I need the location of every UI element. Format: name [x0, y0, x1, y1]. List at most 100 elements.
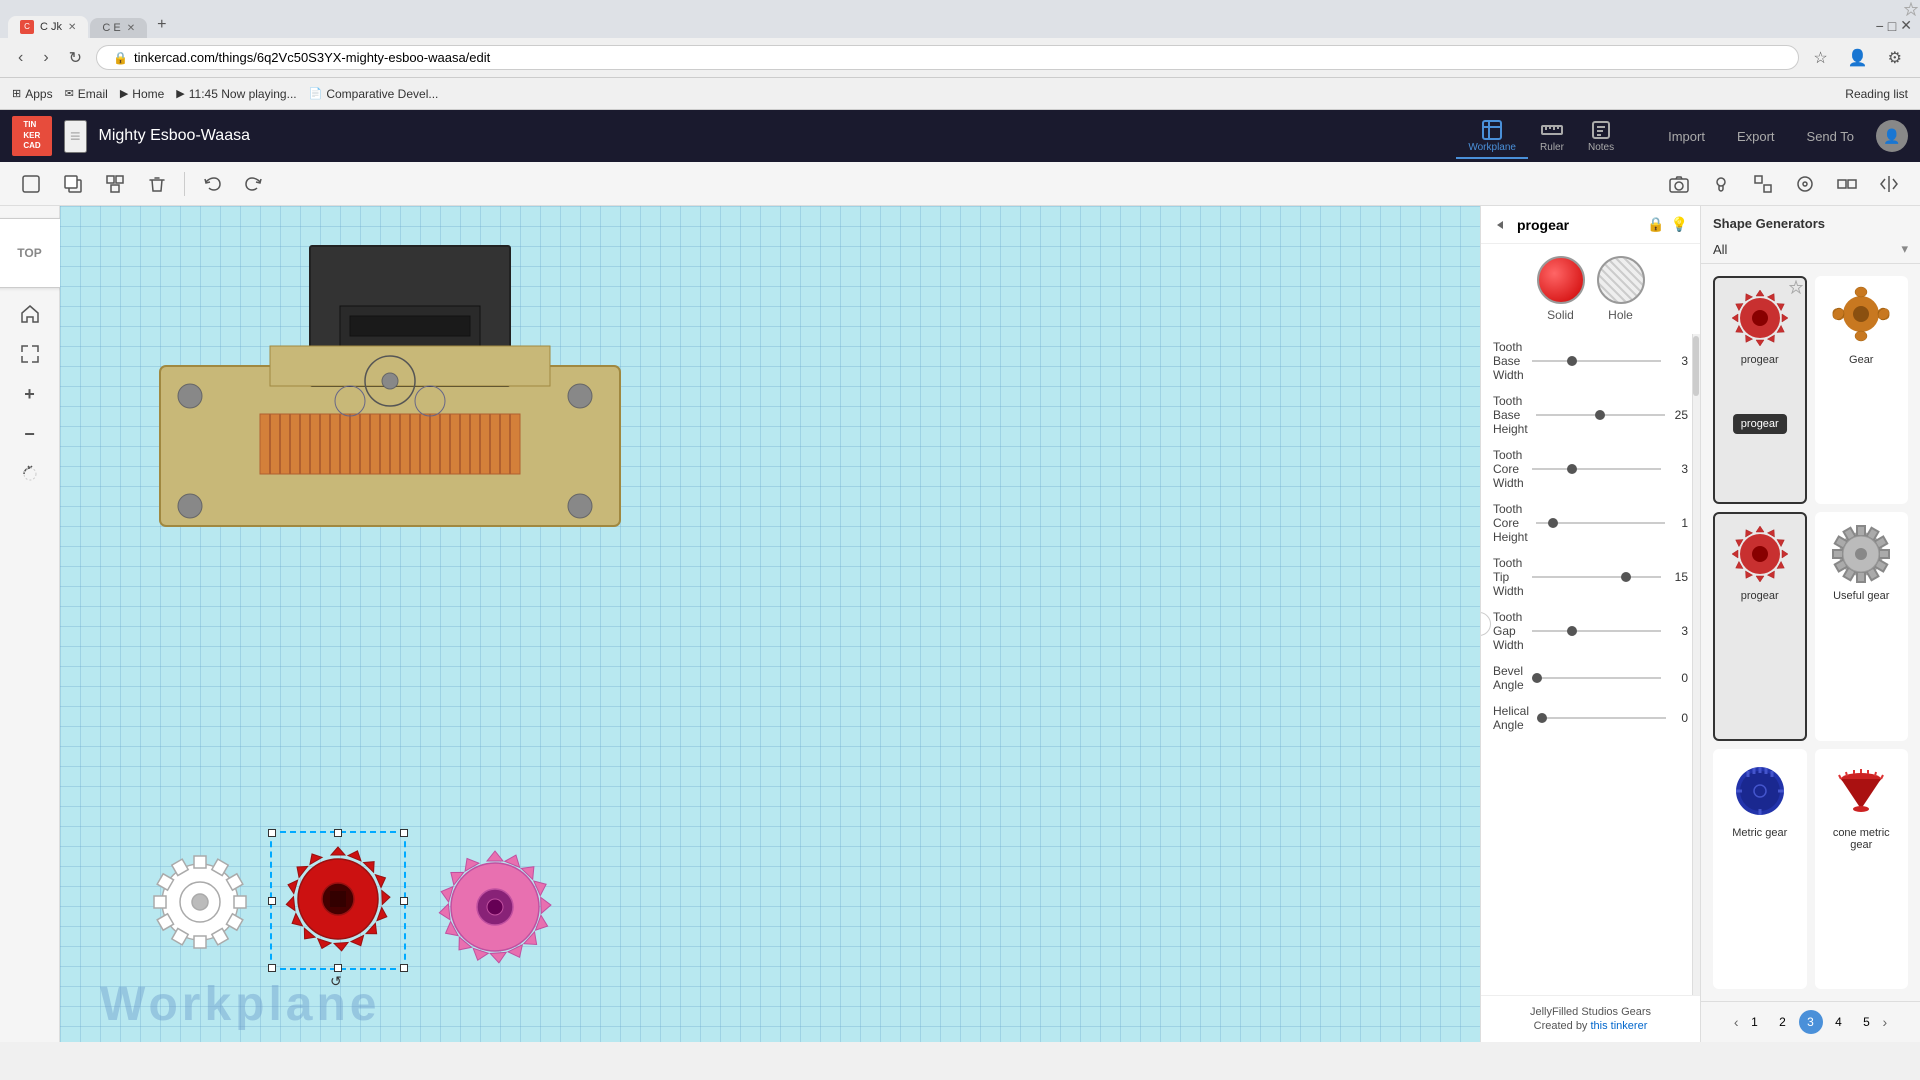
fit-view-button[interactable] — [12, 336, 48, 372]
bookmark-apps[interactable]: ⊞ Apps — [12, 87, 53, 101]
chevron-down-icon: ▾ — [1901, 241, 1908, 257]
visibility-icon[interactable]: 💡 — [1671, 216, 1688, 233]
import-button[interactable]: Import — [1658, 125, 1715, 148]
scrollbar-track[interactable] — [1692, 334, 1700, 995]
scrollbar-thumb[interactable] — [1693, 336, 1699, 396]
selected-gear-container[interactable]: ↺ — [270, 831, 406, 970]
new-tab-button[interactable]: + — [149, 14, 174, 36]
helical-angle-slider[interactable] — [1537, 717, 1666, 719]
solid-option[interactable]: Solid — [1537, 256, 1585, 322]
transform-button[interactable] — [12, 456, 48, 492]
tooth-tip-width-slider[interactable] — [1532, 576, 1661, 578]
handle-tl[interactable] — [268, 829, 276, 837]
hole-circle — [1597, 256, 1645, 304]
handle-lm[interactable] — [268, 897, 276, 905]
minimize-button[interactable]: − — [1876, 17, 1884, 34]
mirror-button[interactable] — [1870, 169, 1908, 199]
group-button[interactable] — [96, 169, 134, 199]
back-button[interactable]: ‹ — [12, 45, 29, 71]
page-4[interactable]: 4 — [1827, 1010, 1851, 1034]
tinkerer-link[interactable]: this tinkerer — [1591, 1020, 1648, 1032]
canvas-area[interactable]: ↺ — [60, 206, 1480, 1042]
profile-button[interactable]: 👤 — [1842, 44, 1874, 72]
zoom-in-button[interactable]: + — [12, 376, 48, 412]
home-view-button[interactable] — [12, 296, 48, 332]
tooth-base-width-slider[interactable] — [1532, 360, 1661, 362]
handle-tm[interactable] — [334, 829, 342, 837]
extensions-button[interactable]: ⚙ — [1882, 44, 1908, 72]
handle-rm[interactable] — [400, 897, 408, 905]
view-cube[interactable]: TOP — [0, 218, 65, 288]
handle-bl[interactable] — [268, 964, 276, 972]
send-to-button[interactable]: Send To — [1797, 125, 1864, 148]
snap-button[interactable] — [1744, 169, 1782, 199]
param-bevel-angle: Bevel Angle 0 — [1481, 658, 1700, 698]
ruler-tab[interactable]: Ruler — [1528, 114, 1576, 159]
handle-bm[interactable] — [334, 964, 342, 972]
tooth-core-height-slider[interactable] — [1536, 522, 1665, 524]
shape-item-progear-1[interactable]: progear progear — [1713, 276, 1807, 504]
param-tooth-core-width: Tooth CoreWidth 3 — [1481, 442, 1700, 496]
progear-shape-1 — [1728, 286, 1792, 350]
new-shape-button[interactable] — [12, 169, 50, 199]
bookmark-home[interactable]: ▶ Home — [120, 87, 164, 101]
bookmark-comparative[interactable]: 📄 Comparative Devel... — [309, 87, 439, 101]
undo-button[interactable] — [193, 169, 231, 199]
lock-icon[interactable]: 🔒 — [1647, 216, 1664, 233]
bookmark-playing[interactable]: ▶ 11:45 Now playing... — [176, 87, 296, 101]
workplane-tab[interactable]: Workplane — [1456, 114, 1528, 159]
pink-gear — [430, 842, 560, 972]
home-icon — [20, 304, 40, 324]
prop-title: progear — [1517, 217, 1639, 233]
maximize-button[interactable]: □ — [1888, 17, 1896, 34]
shape-gen-header: Shape Generators — [1701, 206, 1920, 235]
app-title: Mighty Esboo-Waasa — [99, 127, 250, 145]
bookmark-button[interactable]: ☆ — [1807, 44, 1833, 72]
reload-button[interactable]: ↻ — [63, 44, 88, 72]
zoom-out-button[interactable]: − — [12, 416, 48, 452]
page-5[interactable]: 5 — [1855, 1010, 1879, 1034]
shape-gen-dropdown[interactable]: All ▾ — [1701, 235, 1920, 264]
export-button[interactable]: Export — [1727, 125, 1785, 148]
user-avatar[interactable]: 👤 — [1876, 120, 1908, 152]
redo-button[interactable] — [235, 169, 273, 199]
hole-option[interactable]: Hole — [1597, 256, 1645, 322]
pagination-next[interactable]: › — [1883, 1014, 1888, 1030]
close-button[interactable]: ✕ — [1900, 17, 1912, 34]
url-bar[interactable]: 🔒 tinkercad.com/things/6q2Vc50S3YX-might… — [96, 45, 1799, 70]
tooth-gap-width-slider[interactable] — [1532, 630, 1661, 632]
delete-button[interactable] — [138, 169, 176, 199]
redo-icon — [244, 174, 264, 194]
pagination-prev[interactable]: ‹ — [1734, 1014, 1739, 1030]
gray-gear — [140, 842, 260, 962]
page-2[interactable]: 2 — [1771, 1010, 1795, 1034]
tab-other[interactable]: C E ✕ — [90, 18, 147, 38]
forward-button[interactable]: › — [37, 45, 54, 71]
grid-button[interactable] — [1786, 169, 1824, 199]
page-1[interactable]: 1 — [1743, 1010, 1767, 1034]
arrange-button[interactable] — [1828, 169, 1866, 199]
shape-item-progear-2[interactable]: progear — [1713, 512, 1807, 740]
active-tab[interactable]: C C Jk ✕ — [8, 16, 88, 38]
notes-tab[interactable]: Notes — [1576, 114, 1626, 159]
tab-close-2[interactable]: ✕ — [127, 23, 135, 34]
bookmark-email[interactable]: ✉ Email — [65, 87, 108, 101]
tooth-core-width-slider[interactable] — [1532, 468, 1661, 470]
light-button[interactable] — [1702, 169, 1740, 199]
tooth-base-height-slider[interactable] — [1536, 414, 1665, 416]
prop-header: progear 🔒 💡 — [1481, 206, 1700, 244]
handle-tr[interactable] — [400, 829, 408, 837]
copy-button[interactable] — [54, 169, 92, 199]
reading-list[interactable]: Reading list — [1845, 87, 1908, 101]
camera-button[interactable] — [1660, 169, 1698, 199]
menu-button[interactable]: ≡ — [64, 120, 87, 153]
new-shape-icon — [21, 174, 41, 194]
shape-item-useful-gear[interactable]: Useful gear — [1815, 512, 1909, 740]
shape-item-cone-metric-gear[interactable]: cone metric gear — [1815, 749, 1909, 989]
shape-item-gear[interactable]: Gear — [1815, 276, 1909, 504]
handle-br[interactable] — [400, 964, 408, 972]
page-3-active[interactable]: 3 — [1799, 1010, 1823, 1034]
shape-item-metric-gear[interactable]: Metric gear — [1713, 749, 1807, 989]
bevel-angle-slider[interactable] — [1532, 677, 1661, 679]
tab-close[interactable]: ✕ — [68, 22, 76, 33]
